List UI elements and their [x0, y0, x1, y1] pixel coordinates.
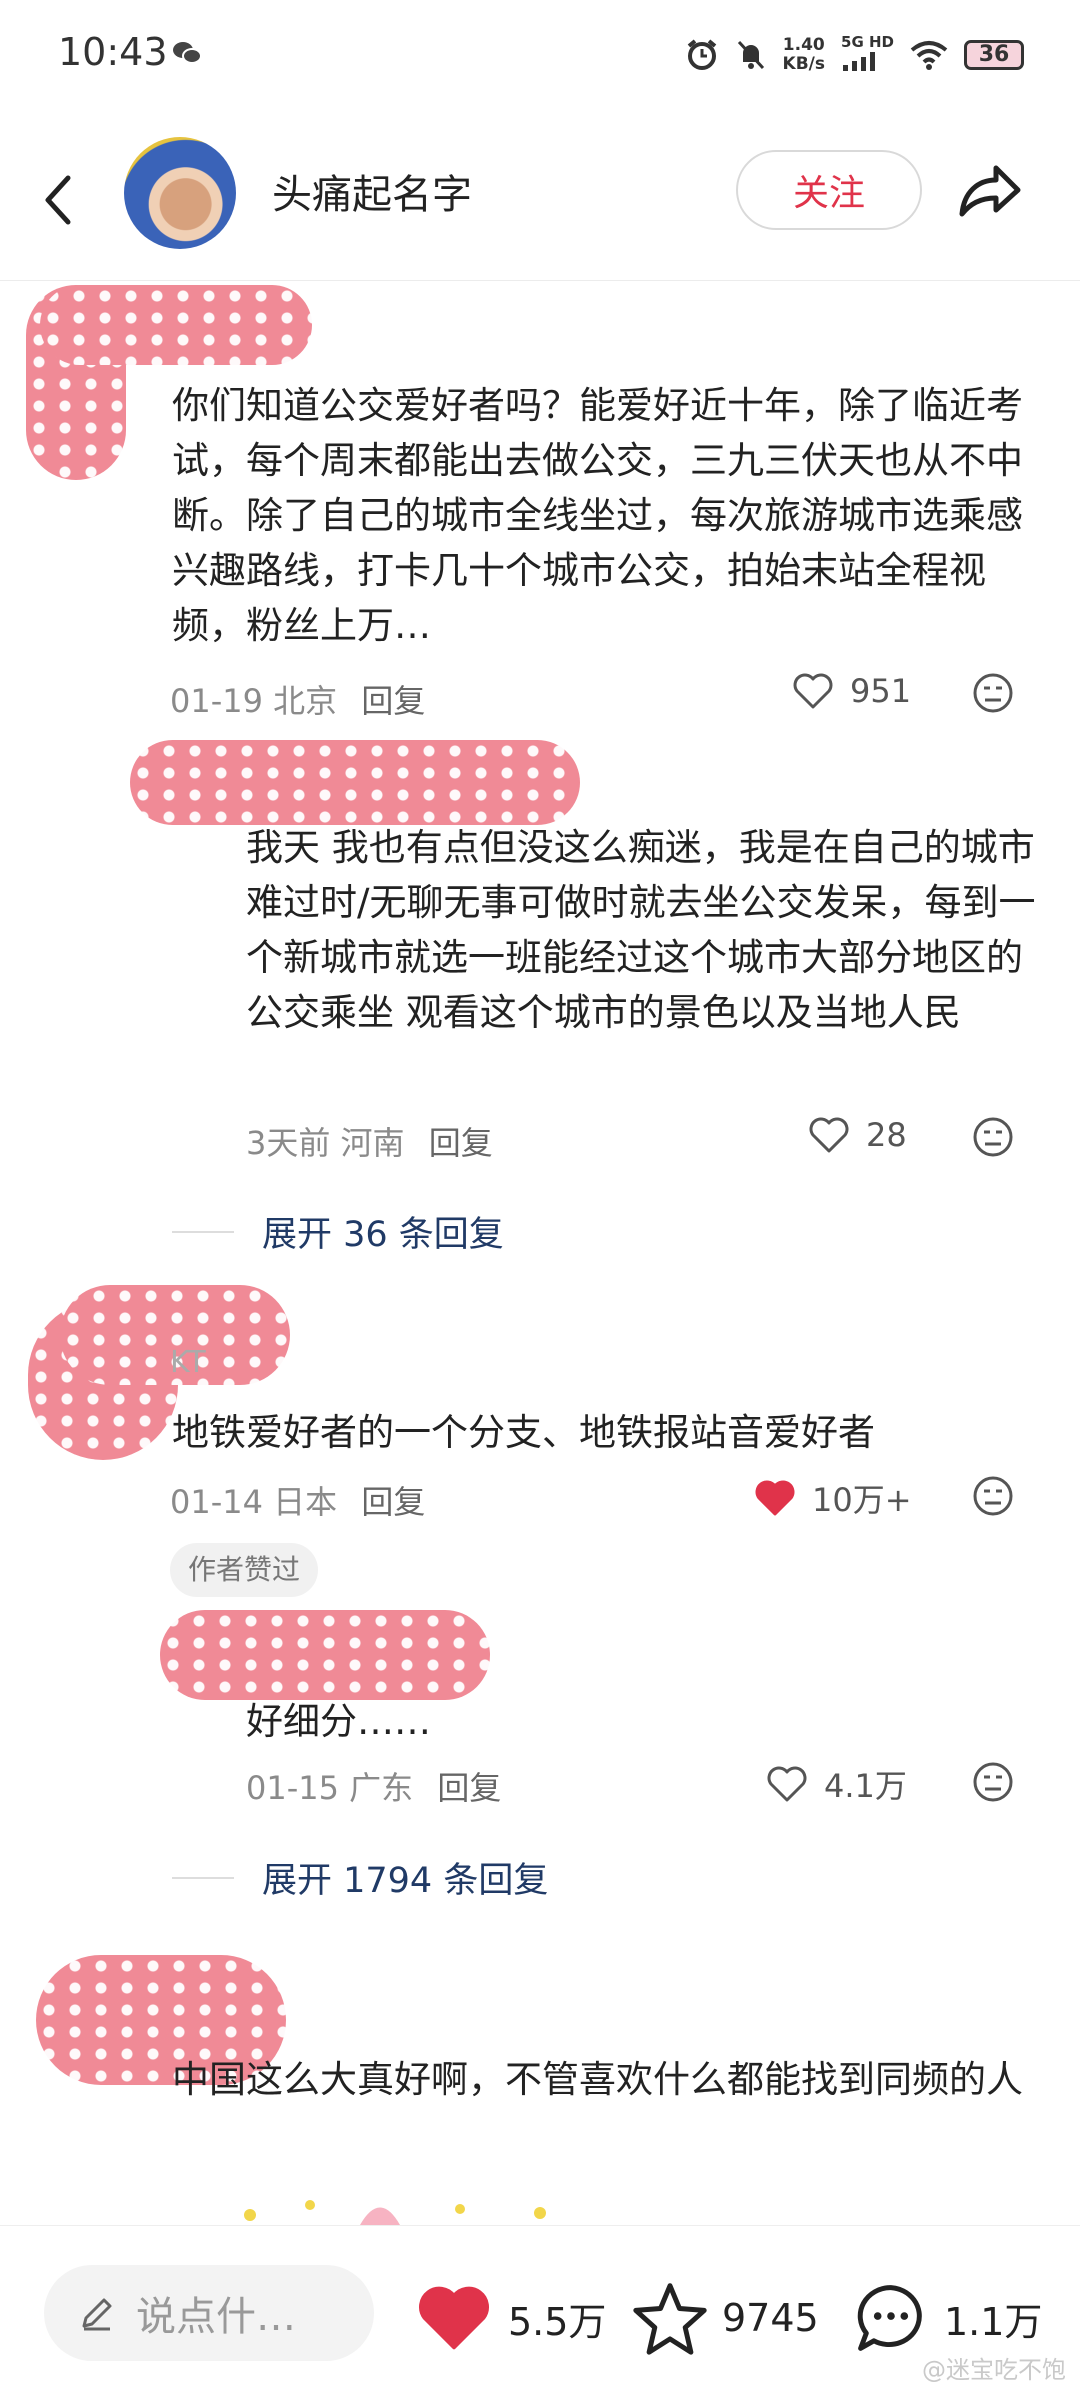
dislike-face-icon[interactable]	[972, 1475, 1014, 1517]
reply-meta: 01-15 广东 回复	[246, 1763, 501, 1809]
comment-input[interactable]: 说点什…	[44, 2265, 374, 2361]
wifi-icon	[910, 40, 948, 70]
expand-replies-button[interactable]: 展开 1794 条回复	[172, 1852, 548, 1903]
battery-indicator: 36	[964, 39, 1024, 70]
heart-filled-icon[interactable]	[754, 1479, 796, 1517]
comment-text[interactable]: 地铁爱好者的一个分支、地铁报站音爱好者	[172, 1405, 1032, 1460]
expand-divider	[172, 1876, 234, 1879]
blurred-reply-avatar	[160, 1610, 490, 1700]
dislike-face-icon[interactable]	[972, 1116, 1014, 1158]
reply-button[interactable]: 回复	[429, 1124, 493, 1162]
status-time: 10:43	[58, 30, 168, 74]
author-avatar[interactable]	[124, 137, 236, 249]
heart-outline-icon[interactable]	[766, 1765, 808, 1803]
reply-like[interactable]: 28	[808, 1116, 907, 1154]
comment-like[interactable]: 951	[792, 672, 911, 710]
comment-date-location: 01-19 北京	[170, 682, 338, 720]
author-liked-badge: 作者赞过	[170, 1543, 319, 1597]
reply-button[interactable]: 回复	[361, 1483, 425, 1521]
star-outline-icon[interactable]	[632, 2280, 708, 2356]
post-comment-count: 1.1万	[944, 2299, 1043, 2344]
comment-like[interactable]: 10万+	[754, 1475, 912, 1521]
net-speed-value: 1.40	[782, 34, 825, 55]
heart-outline-icon[interactable]	[808, 1116, 850, 1154]
like-count: 28	[866, 1116, 907, 1154]
reply-date-location: 01-15 广东	[246, 1769, 414, 1807]
post-like-button[interactable]: 5.5万	[414, 2283, 606, 2353]
post-favorite-button[interactable]: 9745	[632, 2280, 819, 2356]
dislike-face-icon[interactable]	[972, 1761, 1014, 1803]
net-speed-unit: KB/s	[782, 53, 826, 74]
post-comment-button[interactable]: 1.1万	[852, 2280, 1042, 2356]
comment-meta: 01-14 日本 回复	[170, 1477, 425, 1523]
partial-username: KT	[170, 1345, 206, 1380]
blurred-reply-avatar	[130, 740, 580, 825]
comment-bubble-icon[interactable]	[852, 2280, 930, 2356]
status-right-group: 1.40 KB/s 5G HD 36	[685, 34, 1024, 75]
net-speed: 1.40 KB/s	[782, 34, 826, 74]
expand-replies-button[interactable]: 展开 36 条回复	[172, 1206, 504, 1257]
reply-text[interactable]: 我天 我也有点但没这么痴迷，我是在自己的城市难过时/无聊无事可做时就去坐公交发呆…	[246, 820, 1036, 1095]
reply-date-location: 3天前 河南	[246, 1124, 405, 1162]
comment-input-placeholder: 说点什…	[136, 2294, 296, 2340]
like-count: 4.1万	[824, 1767, 907, 1805]
comment-text[interactable]: 中国这么大真好啊，不管喜欢什么都能找到同频的人	[172, 2052, 1032, 2107]
post-like-count: 5.5万	[508, 2299, 607, 2344]
pencil-icon	[82, 2298, 112, 2331]
post-favorite-count: 9745	[722, 2296, 819, 2340]
follow-button[interactable]: 关注	[736, 150, 922, 230]
expand-replies-label[interactable]: 展开 1794 条回复	[262, 1852, 548, 1903]
wechat-icon	[173, 42, 202, 64]
dislike-face-icon[interactable]	[972, 672, 1014, 714]
mute-bell-icon	[737, 40, 764, 69]
reply-meta: 3天前 河南 回复	[246, 1118, 493, 1164]
reply-button[interactable]: 回复	[437, 1769, 501, 1807]
like-count: 10万+	[812, 1481, 912, 1519]
expand-divider	[172, 1230, 234, 1233]
share-icon[interactable]	[956, 160, 1024, 222]
network-type: 5G HD	[841, 34, 894, 75]
comment-date-location: 01-14 日本	[170, 1483, 338, 1521]
network-type-label: 5G HD	[841, 33, 894, 51]
reply-text[interactable]: 好细分……	[246, 1694, 1036, 1749]
alarm-icon	[687, 38, 716, 70]
signal-icon	[843, 52, 876, 71]
reply-button[interactable]: 回复	[361, 682, 425, 720]
expand-replies-label[interactable]: 展开 36 条回复	[262, 1206, 504, 1257]
sticker-image	[244, 2200, 546, 2225]
back-arrow-icon[interactable]	[38, 170, 78, 230]
status-bar: 10:43 1.40 KB/s 5G HD 36	[0, 0, 1080, 110]
blurred-user-name	[40, 285, 312, 365]
comment-meta: 01-19 北京 回复	[170, 676, 425, 722]
heart-outline-icon[interactable]	[792, 672, 834, 710]
reply-like[interactable]: 4.1万	[766, 1761, 907, 1807]
heart-filled-icon[interactable]	[414, 2283, 494, 2353]
author-name[interactable]: 头痛起名字	[272, 162, 472, 220]
like-count: 951	[850, 672, 912, 710]
comment-text[interactable]: 你们知道公交爱好者吗？能爱好近十年，除了临近考试，每个周末都能出去做公交，三九三…	[172, 378, 1032, 653]
watermark: @迷宝吃不饱	[922, 2356, 1066, 2384]
